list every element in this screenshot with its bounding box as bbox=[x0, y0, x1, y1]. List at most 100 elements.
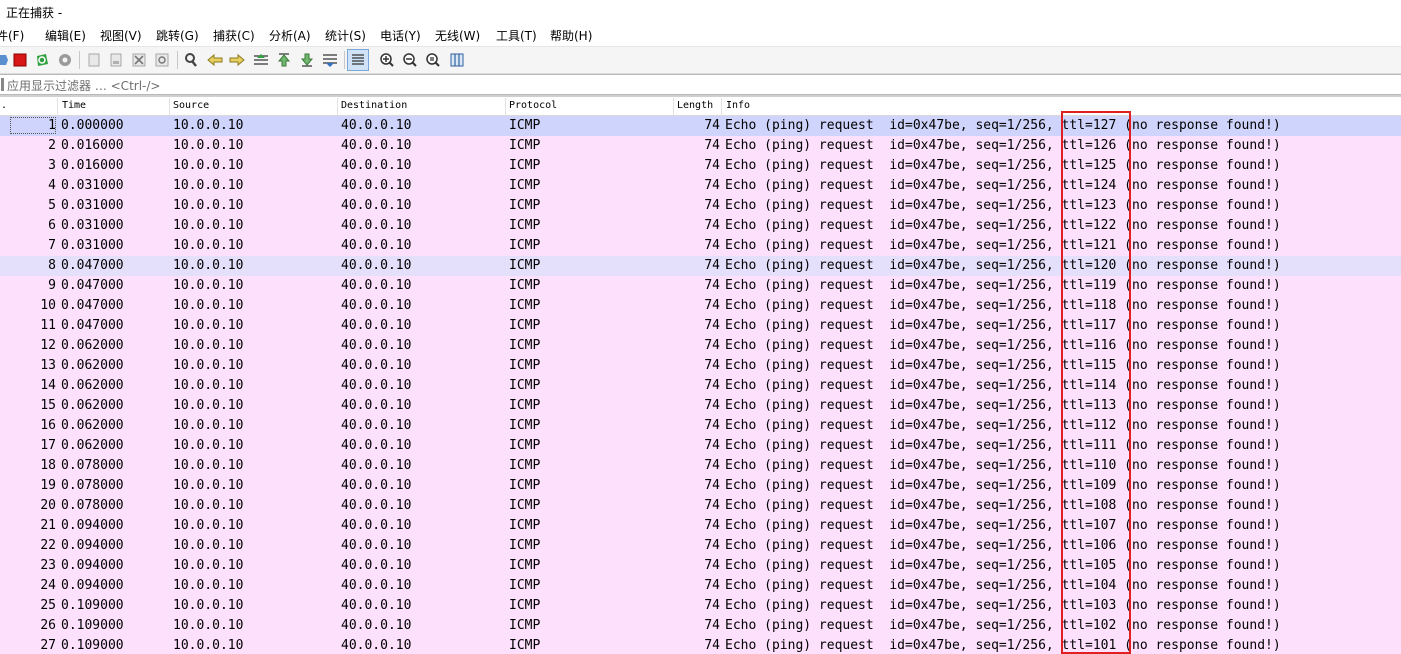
column-header-protocol[interactable]: Protocol bbox=[509, 100, 557, 111]
go-last-icon[interactable] bbox=[299, 52, 315, 68]
save-file-icon[interactable] bbox=[108, 52, 124, 68]
zoom-out-icon[interactable] bbox=[402, 52, 418, 68]
capture-options-icon[interactable] bbox=[57, 52, 73, 68]
go-first-icon[interactable] bbox=[276, 52, 292, 68]
packet-info: Echo (ping) request id=0x47be, seq=1/256… bbox=[725, 578, 1281, 593]
packet-info: Echo (ping) request id=0x47be, seq=1/256… bbox=[725, 278, 1281, 293]
packet-time: 0.047000 bbox=[61, 258, 124, 273]
close-file-icon[interactable] bbox=[131, 52, 147, 68]
menu-analyze[interactable]: 分析(A) bbox=[269, 27, 311, 44]
packet-row[interactable]: 19 0.078000 10.0.0.10 40.0.0.10 ICMP 74 Echo (… bbox=[0, 476, 1401, 496]
packet-row[interactable]: 7 0.031000 10.0.0.10 40.0.0.10 ICMP 74 Echo (p… bbox=[0, 236, 1401, 256]
packet-destination: 40.0.0.10 bbox=[341, 358, 412, 373]
packet-row[interactable]: 12 0.062000 10.0.0.10 40.0.0.10 ICMP 74 Echo (… bbox=[0, 336, 1401, 356]
packet-info: Echo (ping) request id=0x47be, seq=1/256… bbox=[725, 358, 1281, 373]
menu-statistics[interactable]: 统计(S) bbox=[325, 27, 366, 44]
column-header-source[interactable]: Source bbox=[173, 100, 209, 111]
resize-columns-icon[interactable] bbox=[449, 52, 465, 68]
column-header-length[interactable]: Length bbox=[677, 100, 713, 111]
reload-file-icon[interactable] bbox=[154, 52, 170, 68]
column-header-time[interactable]: Time bbox=[62, 100, 86, 111]
menu-tools[interactable]: 工具(T) bbox=[496, 27, 537, 44]
menu-wireless[interactable]: 无线(W) bbox=[435, 27, 480, 44]
display-filter-input[interactable]: 应用显示过滤器 … <Ctrl-/> bbox=[7, 77, 160, 94]
packet-source: 10.0.0.10 bbox=[173, 458, 244, 473]
menubar: 件(F) 编辑(E) 视图(V) 跳转(G) 捕获(C) 分析(A) 统计(S)… bbox=[0, 23, 1401, 45]
packet-row[interactable]: 4 0.031000 10.0.0.10 40.0.0.10 ICMP 74 Echo (p… bbox=[0, 176, 1401, 196]
go-forward-icon[interactable] bbox=[229, 52, 245, 68]
packet-row[interactable]: 17 0.062000 10.0.0.10 40.0.0.10 ICMP 74 Echo (… bbox=[0, 436, 1401, 456]
column-divider[interactable] bbox=[505, 98, 506, 115]
column-divider[interactable] bbox=[337, 98, 338, 115]
packet-row[interactable]: 26 0.109000 10.0.0.10 40.0.0.10 ICMP 74 Echo (… bbox=[0, 616, 1401, 636]
column-divider[interactable] bbox=[673, 98, 674, 115]
column-header-no[interactable]: . bbox=[1, 100, 7, 111]
packet-row[interactable]: 22 0.094000 10.0.0.10 40.0.0.10 ICMP 74 Echo (… bbox=[0, 536, 1401, 556]
packet-row[interactable]: 11 0.047000 10.0.0.10 40.0.0.10 ICMP 74 Echo (… bbox=[0, 316, 1401, 336]
packet-protocol: ICMP bbox=[509, 298, 541, 313]
go-back-icon[interactable] bbox=[207, 52, 223, 68]
packet-row[interactable]: 20 0.078000 10.0.0.10 40.0.0.10 ICMP 74 Echo (… bbox=[0, 496, 1401, 516]
open-file-icon[interactable] bbox=[86, 52, 102, 68]
packet-protocol: ICMP bbox=[509, 118, 541, 133]
packet-row[interactable]: 21 0.094000 10.0.0.10 40.0.0.10 ICMP 74 Echo (… bbox=[0, 516, 1401, 536]
packet-info: Echo (ping) request id=0x47be, seq=1/256… bbox=[725, 238, 1281, 253]
packet-row[interactable]: 18 0.078000 10.0.0.10 40.0.0.10 ICMP 74 Echo (… bbox=[0, 456, 1401, 476]
packet-row[interactable]: 2 0.016000 10.0.0.10 40.0.0.10 ICMP 74 Echo (p… bbox=[0, 136, 1401, 156]
packet-number: 11 bbox=[40, 318, 56, 333]
packet-row[interactable]: 3 0.016000 10.0.0.10 40.0.0.10 ICMP 74 Echo (p… bbox=[0, 156, 1401, 176]
menu-go[interactable]: 跳转(G) bbox=[156, 27, 199, 44]
zoom-normal-icon[interactable] bbox=[425, 52, 441, 68]
packet-row[interactable]: 24 0.094000 10.0.0.10 40.0.0.10 ICMP 74 Echo (… bbox=[0, 576, 1401, 596]
auto-scroll-icon[interactable] bbox=[322, 52, 338, 68]
go-to-packet-icon[interactable] bbox=[253, 52, 269, 68]
start-capture-icon[interactable] bbox=[0, 52, 10, 68]
packet-protocol: ICMP bbox=[509, 138, 541, 153]
packet-source: 10.0.0.10 bbox=[173, 258, 244, 273]
stop-capture-icon[interactable] bbox=[12, 52, 28, 68]
column-header-info[interactable]: Info bbox=[726, 100, 750, 111]
bookmark-icon[interactable] bbox=[1, 78, 4, 91]
packet-row[interactable]: 16 0.062000 10.0.0.10 40.0.0.10 ICMP 74 Echo (… bbox=[0, 416, 1401, 436]
packet-row[interactable]: 1 0.000000 10.0.0.10 40.0.0.10 ICMP 74 Echo (p… bbox=[0, 116, 1401, 136]
packet-row[interactable]: 5 0.031000 10.0.0.10 40.0.0.10 ICMP 74 Echo (p… bbox=[0, 196, 1401, 216]
packet-destination: 40.0.0.10 bbox=[341, 178, 412, 193]
find-packet-icon[interactable] bbox=[183, 52, 199, 68]
menu-capture[interactable]: 捕获(C) bbox=[213, 27, 255, 44]
menu-edit[interactable]: 编辑(E) bbox=[45, 27, 86, 44]
packet-row[interactable]: 25 0.109000 10.0.0.10 40.0.0.10 ICMP 74 Echo (… bbox=[0, 596, 1401, 616]
packet-destination: 40.0.0.10 bbox=[341, 298, 412, 313]
packet-destination: 40.0.0.10 bbox=[341, 558, 412, 573]
column-divider[interactable] bbox=[721, 98, 722, 115]
packet-source: 10.0.0.10 bbox=[173, 278, 244, 293]
packet-row[interactable]: 10 0.047000 10.0.0.10 40.0.0.10 ICMP 74 Echo (… bbox=[0, 296, 1401, 316]
packet-info: Echo (ping) request id=0x47be, seq=1/256… bbox=[725, 398, 1281, 413]
column-header-destination[interactable]: Destination bbox=[341, 100, 407, 111]
menu-help[interactable]: 帮助(H) bbox=[550, 27, 592, 44]
packet-time: 0.094000 bbox=[61, 558, 124, 573]
packet-row[interactable]: 6 0.031000 10.0.0.10 40.0.0.10 ICMP 74 Echo (p… bbox=[0, 216, 1401, 236]
colorize-toggle[interactable] bbox=[347, 49, 369, 71]
packet-row[interactable]: 27 0.109000 10.0.0.10 40.0.0.10 ICMP 74 Echo (… bbox=[0, 636, 1401, 654]
packet-row[interactable]: 8 0.047000 10.0.0.10 40.0.0.10 ICMP 74 Echo (p… bbox=[0, 256, 1401, 276]
packet-row[interactable]: 13 0.062000 10.0.0.10 40.0.0.10 ICMP 74 Echo (… bbox=[0, 356, 1401, 376]
packet-source: 10.0.0.10 bbox=[173, 198, 244, 213]
packet-number: 18 bbox=[40, 458, 56, 473]
menu-telephony[interactable]: 电话(Y) bbox=[380, 27, 421, 44]
menu-file[interactable]: 件(F) bbox=[0, 27, 24, 44]
packet-info: Echo (ping) request id=0x47be, seq=1/256… bbox=[725, 378, 1281, 393]
pane-separator[interactable] bbox=[0, 95, 1401, 97]
toolbar-separator bbox=[177, 51, 178, 69]
packet-time: 0.000000 bbox=[61, 118, 124, 133]
packet-row[interactable]: 14 0.062000 10.0.0.10 40.0.0.10 ICMP 74 Echo (… bbox=[0, 376, 1401, 396]
packet-row[interactable]: 9 0.047000 10.0.0.10 40.0.0.10 ICMP 74 Echo (p… bbox=[0, 276, 1401, 296]
column-divider[interactable] bbox=[57, 98, 58, 115]
packet-source: 10.0.0.10 bbox=[173, 158, 244, 173]
packet-row[interactable]: 23 0.094000 10.0.0.10 40.0.0.10 ICMP 74 Echo (… bbox=[0, 556, 1401, 576]
packet-length: 74 bbox=[704, 118, 720, 133]
zoom-in-icon[interactable] bbox=[379, 52, 395, 68]
packet-row[interactable]: 15 0.062000 10.0.0.10 40.0.0.10 ICMP 74 Echo (… bbox=[0, 396, 1401, 416]
restart-capture-icon[interactable] bbox=[34, 52, 50, 68]
menu-view[interactable]: 视图(V) bbox=[100, 27, 142, 44]
column-divider[interactable] bbox=[169, 98, 170, 115]
